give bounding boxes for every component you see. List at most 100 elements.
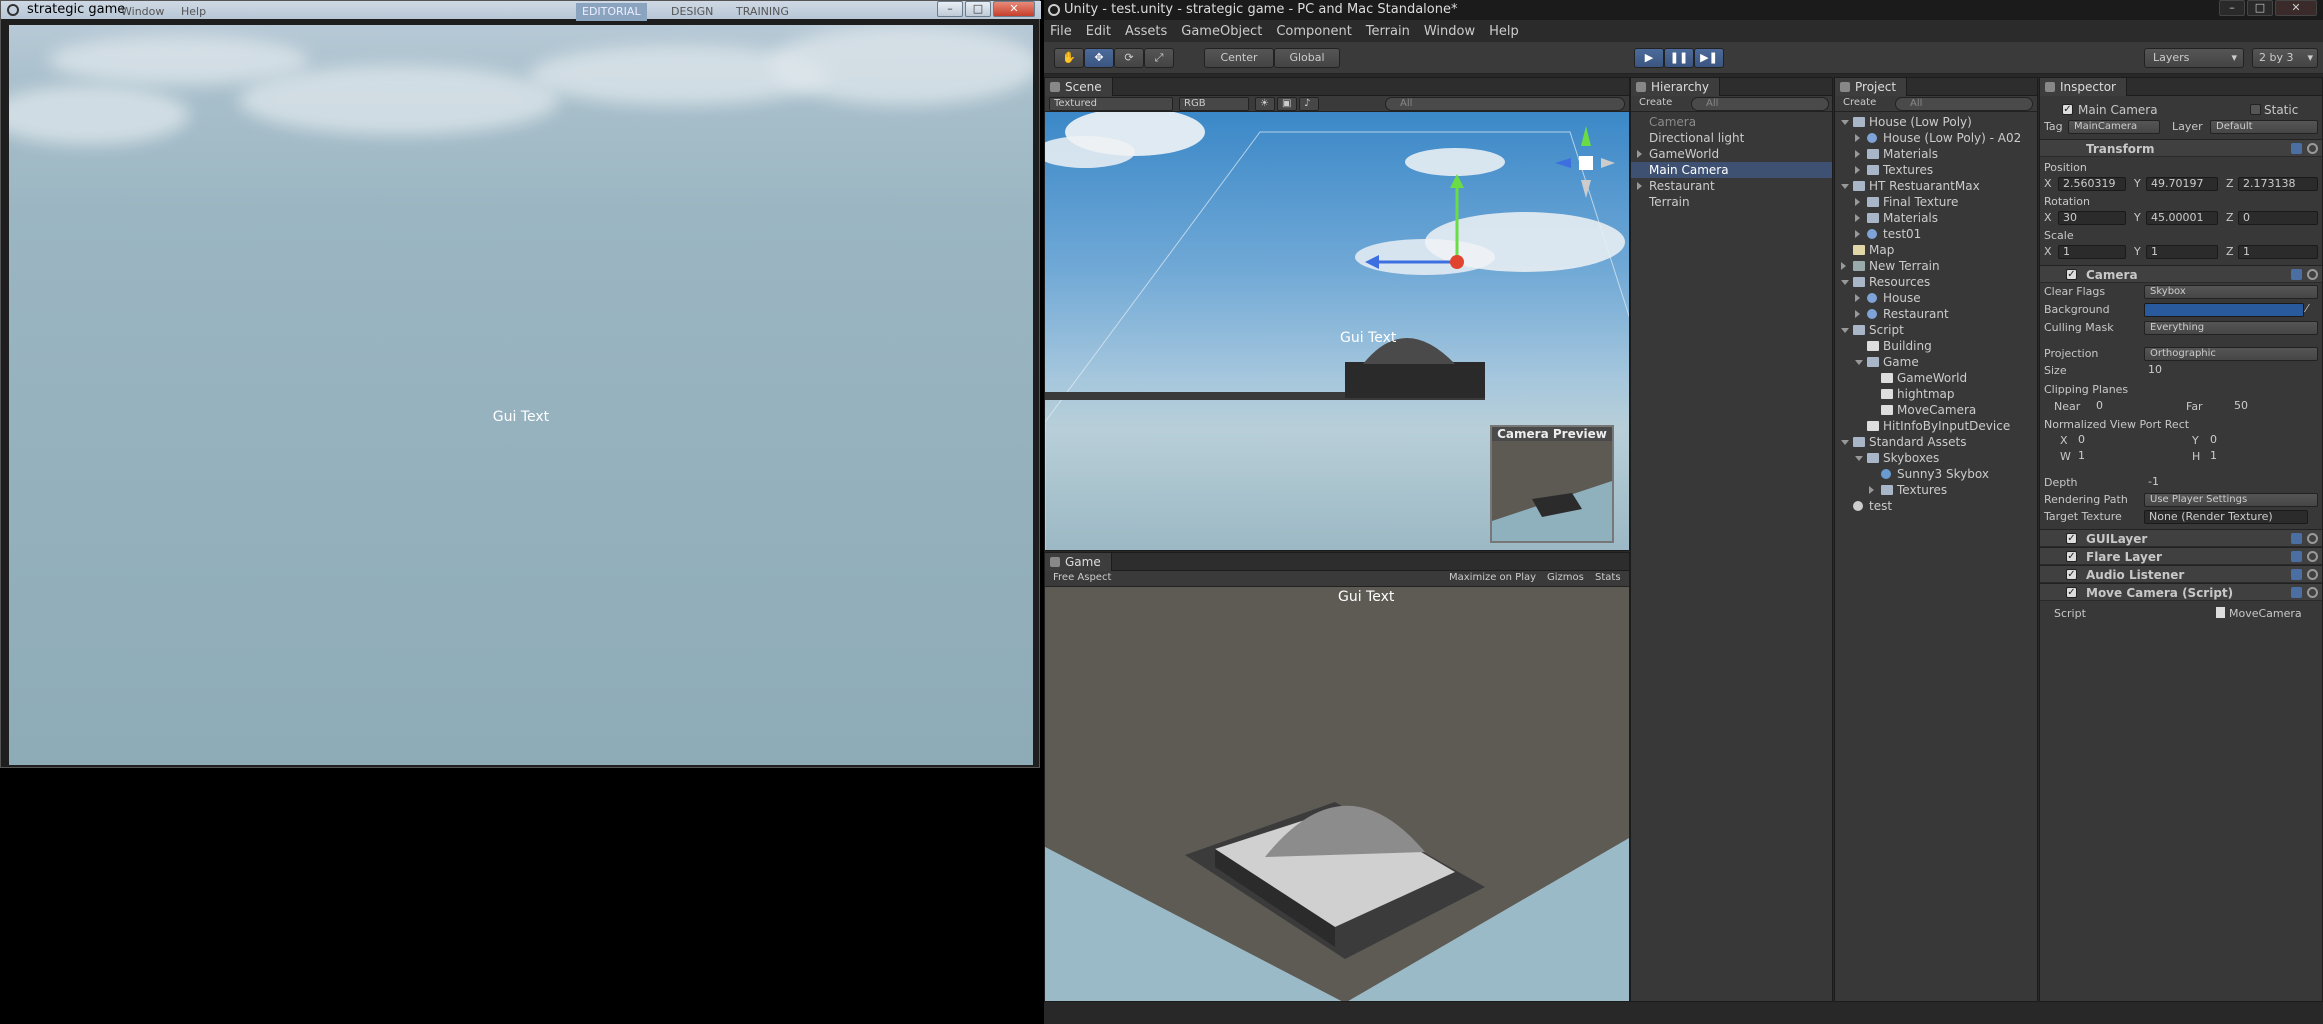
- menu-gameobject[interactable]: GameObject: [1181, 24, 1262, 39]
- viewport-y-field[interactable]: 0: [2206, 434, 2318, 448]
- chevron-down-icon[interactable]: [1841, 280, 1849, 285]
- project-item[interactable]: Map: [1835, 242, 2037, 258]
- pivot-center-button[interactable]: Center: [1204, 48, 1274, 68]
- hierarchy-item[interactable]: Main Camera: [1631, 162, 1832, 178]
- projection-dropdown[interactable]: Orthographic: [2144, 347, 2318, 361]
- hierarchy-item[interactable]: Camera: [1631, 114, 1832, 130]
- layers-dropdown[interactable]: Layers ▾: [2144, 48, 2244, 68]
- chevron-right-icon[interactable]: [1637, 150, 1642, 158]
- scale-y-field[interactable]: 1: [2146, 245, 2218, 259]
- minimize-button[interactable]: –: [937, 1, 963, 17]
- menu-help[interactable]: Help: [1489, 24, 1519, 39]
- gear-icon[interactable]: [2307, 533, 2318, 544]
- hierarchy-item[interactable]: GameWorld: [1631, 146, 1832, 162]
- project-search-input[interactable]: All: [1895, 97, 2033, 111]
- hierarchy-item[interactable]: Terrain: [1631, 194, 1832, 210]
- project-item[interactable]: Skyboxes: [1835, 450, 2037, 466]
- chevron-right-icon[interactable]: [1855, 134, 1860, 142]
- rotate-tool-button[interactable]: ⟳: [1114, 48, 1144, 68]
- chevron-right-icon[interactable]: [1855, 166, 1860, 174]
- play-button[interactable]: ▶: [1634, 48, 1664, 68]
- chevron-down-icon[interactable]: [1855, 456, 1863, 461]
- scale-x-field[interactable]: 1: [2058, 245, 2126, 259]
- project-item[interactable]: House: [1835, 290, 2037, 306]
- maximize-button[interactable]: □: [965, 1, 991, 17]
- gear-icon[interactable]: [2307, 587, 2318, 598]
- near-field[interactable]: 0: [2092, 400, 2176, 414]
- pivot-global-button[interactable]: Global: [1274, 48, 1340, 68]
- aspect-dropdown[interactable]: Free Aspect: [1049, 572, 1175, 586]
- tag-dropdown[interactable]: MainCamera: [2068, 120, 2160, 134]
- menu-file[interactable]: File: [1050, 24, 1072, 39]
- chevron-down-icon[interactable]: [1841, 120, 1849, 125]
- step-button[interactable]: ▶❚: [1694, 48, 1724, 68]
- tab-scene[interactable]: Scene: [1045, 78, 1113, 96]
- rotation-x-field[interactable]: 30: [2058, 211, 2126, 225]
- project-item[interactable]: test: [1835, 498, 2037, 514]
- depth-field[interactable]: -1: [2144, 476, 2318, 490]
- chevron-right-icon[interactable]: [1855, 310, 1860, 318]
- component-enabled-checkbox[interactable]: ✓: [2066, 551, 2077, 562]
- component-enabled-checkbox[interactable]: ✓: [2066, 587, 2077, 598]
- object-name[interactable]: Main Camera: [2078, 102, 2158, 118]
- project-item[interactable]: House (Low Poly): [1835, 114, 2037, 130]
- camera-header[interactable]: ✓ Camera: [2040, 265, 2322, 283]
- help-book-icon[interactable]: [2291, 551, 2302, 562]
- component-header[interactable]: ✓ Flare Layer: [2040, 547, 2322, 565]
- project-item[interactable]: Final Texture: [1835, 194, 2037, 210]
- hierarchy-item[interactable]: Restaurant: [1631, 178, 1832, 194]
- help-book-icon[interactable]: [2291, 569, 2302, 580]
- project-item[interactable]: HitInfoByInputDevice: [1835, 418, 2037, 434]
- project-item[interactable]: Resources: [1835, 274, 2037, 290]
- chevron-down-icon[interactable]: [1841, 440, 1849, 445]
- scene-search-input[interactable]: All: [1385, 97, 1625, 111]
- game-viewport[interactable]: Gui Text: [1045, 587, 1629, 1001]
- project-item[interactable]: Restaurant: [1835, 306, 2037, 322]
- maximize-on-play-toggle[interactable]: Maximize on Play: [1445, 572, 1540, 586]
- culling-mask-dropdown[interactable]: Everything: [2144, 321, 2318, 335]
- target-texture-field[interactable]: None (Render Texture): [2144, 510, 2308, 524]
- project-item[interactable]: House (Low Poly) - A02: [1835, 130, 2037, 146]
- rotation-z-field[interactable]: 0: [2238, 211, 2318, 225]
- project-item[interactable]: GameWorld: [1835, 370, 2037, 386]
- help-book-icon[interactable]: [2291, 533, 2302, 544]
- chevron-down-icon[interactable]: [1841, 328, 1849, 333]
- menu-component[interactable]: Component: [1276, 24, 1351, 39]
- background-color-field[interactable]: [2144, 303, 2304, 317]
- menu-edit[interactable]: Edit: [1086, 24, 1111, 39]
- project-item[interactable]: MoveCamera: [1835, 402, 2037, 418]
- color-mode-dropdown[interactable]: RGB: [1179, 97, 1249, 111]
- chevron-right-icon[interactable]: [1855, 230, 1860, 238]
- project-item[interactable]: Building: [1835, 338, 2037, 354]
- tab-inspector[interactable]: Inspector: [2040, 78, 2127, 96]
- script-field[interactable]: MoveCamera: [2216, 606, 2302, 622]
- viewport-w-field[interactable]: 1: [2074, 450, 2178, 464]
- project-item[interactable]: Sunny3 Skybox: [1835, 466, 2037, 482]
- project-item[interactable]: Standard Assets: [1835, 434, 2037, 450]
- project-create-dropdown[interactable]: Create: [1839, 97, 1880, 111]
- eyedropper-icon[interactable]: ⁄: [2306, 301, 2308, 317]
- transform-header[interactable]: Transform: [2040, 139, 2322, 157]
- stats-toggle[interactable]: Stats: [1591, 572, 1625, 586]
- help-book-icon[interactable]: [2291, 143, 2302, 154]
- hierarchy-item[interactable]: Directional light: [1631, 130, 1832, 146]
- project-item[interactable]: Materials: [1835, 146, 2037, 162]
- close-button[interactable]: ✕: [2275, 0, 2317, 16]
- project-item[interactable]: Game: [1835, 354, 2037, 370]
- chevron-right-icon[interactable]: [1855, 214, 1860, 222]
- component-enabled-checkbox[interactable]: ✓: [2066, 533, 2077, 544]
- move-tool-button[interactable]: ✥: [1084, 48, 1114, 68]
- position-y-field[interactable]: 49.70197: [2146, 177, 2218, 191]
- tab-game[interactable]: Game: [1045, 553, 1112, 571]
- position-x-field[interactable]: 2.560319: [2058, 177, 2126, 191]
- component-header[interactable]: ✓ Move Camera (Script): [2040, 583, 2322, 601]
- gear-icon[interactable]: [2307, 569, 2318, 580]
- chevron-down-icon[interactable]: [1841, 184, 1849, 189]
- chevron-right-icon[interactable]: [1855, 150, 1860, 158]
- static-checkbox[interactable]: [2250, 104, 2261, 115]
- close-button[interactable]: ✕: [993, 1, 1035, 17]
- player-title-bar[interactable]: strategic game Window Help EDITORIAL DES…: [1, 1, 1041, 21]
- project-item[interactable]: Script: [1835, 322, 2037, 338]
- camera-enabled-checkbox[interactable]: ✓: [2066, 269, 2077, 280]
- chevron-right-icon[interactable]: [1855, 294, 1860, 302]
